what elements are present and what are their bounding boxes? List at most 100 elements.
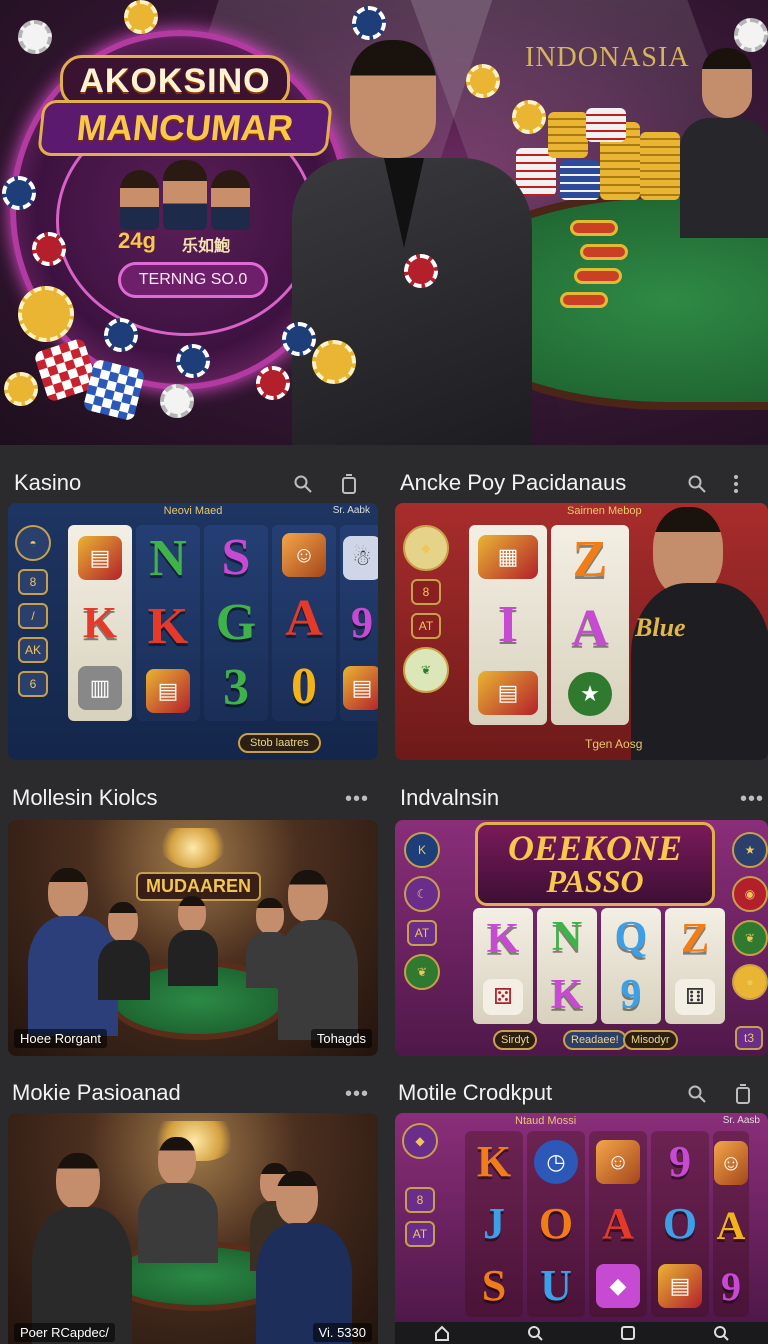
reel: Z A ★ [551, 525, 629, 725]
section-title: Motile Crodkput [398, 1080, 553, 1105]
ghost-icon: ☃ [343, 535, 378, 580]
gem-icon[interactable]: ◆ [403, 525, 449, 571]
leaf-icon[interactable]: ❦ [403, 647, 449, 693]
host-avatars [120, 160, 251, 230]
card-topright: Sr. Aabk [332, 505, 370, 516]
side-button[interactable]: AT [411, 613, 441, 639]
section-title: Mollesin Kiolcs [12, 785, 158, 810]
reel-symbol: A [602, 1199, 634, 1248]
dice [82, 358, 146, 422]
reel-symbol: 3 [223, 659, 249, 717]
reel-symbol: O [662, 1199, 698, 1248]
reel: ☺ A 0 [272, 525, 336, 721]
bottom-pill[interactable]: Readaee! [563, 1030, 627, 1050]
recent-icon[interactable] [616, 1321, 640, 1344]
side-button[interactable]: AK [18, 637, 48, 663]
section-title: Indvalnsin [400, 785, 500, 810]
player-figure [680, 48, 768, 238]
reel: K ⚄ [473, 908, 533, 1024]
side-button[interactable]: 6 [18, 671, 48, 697]
chip [404, 254, 438, 288]
section-title: Mokie Pasioanad [12, 1080, 181, 1105]
more-vertical-icon[interactable] [731, 472, 741, 496]
game-card-ancke[interactable]: Sairnen Mebop ◆ 8 AT ❦ ▦ I ▤ Z A ★ Blue … [395, 503, 768, 760]
star-coin-icon: ★ [568, 672, 612, 717]
game-card-indvalnsin[interactable]: K ☾ AT ❦ ★ ◉ ❦ ● OEEKONE PASSO K ⚄ N K Q… [395, 820, 768, 1056]
side-button[interactable]: 8 [18, 569, 48, 595]
hero-logo-bottom: MANCUMAR [37, 100, 333, 156]
search-icon[interactable] [685, 472, 709, 496]
reel-symbol: A [571, 599, 609, 657]
more-horizontal-icon[interactable]: ••• [740, 787, 764, 811]
reel: Z ⚅ [665, 908, 725, 1024]
side-button[interactable]: / [18, 603, 48, 629]
dice-icon: ⚅ [675, 978, 715, 1015]
hero-cta-button[interactable]: TERNNG SO.0 [118, 262, 268, 298]
reel-symbol: 9 [620, 972, 642, 1018]
reel-set: ▦ I ▤ Z A ★ [469, 525, 629, 725]
bottom-pill[interactable]: Stob laatres [238, 733, 321, 753]
reel-symbol: A [716, 1202, 746, 1248]
home-icon[interactable] [430, 1321, 454, 1344]
game-card-mokie[interactable]: Poer RCapdec/ Vi. 5330 [8, 1113, 378, 1344]
can-icon: ▥ [78, 666, 122, 711]
character-icon: ☺ [714, 1141, 748, 1186]
bottom-pill[interactable]: Sirdyt [493, 1030, 538, 1050]
chip [160, 384, 194, 418]
reel: N K ▤ [136, 525, 200, 721]
character-icon: ☺ [282, 533, 326, 577]
card-caption-right: Tohagds [310, 1029, 372, 1048]
book-icon: ▤ [343, 666, 378, 711]
reel-symbol: U [540, 1261, 572, 1310]
gem-icon[interactable]: ◆ [402, 1123, 438, 1159]
side-menu: ◆ 8 AT [401, 1123, 439, 1247]
search-icon[interactable] [523, 1321, 547, 1344]
reel-symbol: Z [572, 530, 608, 588]
coin-icon[interactable]: ● [732, 964, 768, 1000]
search-icon[interactable] [709, 1321, 733, 1344]
game-card-mollesin[interactable]: MUDAAREN Hoee Rorgant Tohagds [8, 820, 378, 1056]
section-actions: ••• [345, 787, 369, 811]
reel-set: K J S ◷ O U ☺ A ◆ 9 O ▤ ☺ A 9 [465, 1131, 749, 1317]
game-card-motile[interactable]: Ntaud Mossi Sr. Aasb ◆ 8 AT K J S ◷ O U … [395, 1113, 768, 1322]
side-button[interactable]: AT [407, 920, 437, 946]
star-icon[interactable]: ★ [732, 832, 768, 868]
side-button[interactable]: 8 [411, 579, 441, 605]
section-title: Ancke Poy Pacidanaus [400, 470, 627, 495]
helmet-icon[interactable]: ◓ [15, 525, 51, 561]
reel-symbol: K [147, 598, 189, 655]
search-icon[interactable] [291, 472, 315, 496]
dice-icon: ⚄ [483, 978, 523, 1015]
leaf-icon[interactable]: ❦ [732, 920, 768, 956]
search-icon[interactable] [685, 1082, 709, 1106]
card-caption-right: Vi. 5330 [312, 1323, 372, 1342]
more-horizontal-icon[interactable]: ••• [345, 1082, 369, 1106]
hero-banner[interactable]: AKOKSINO MANCUMAR 24g 乐如鮑 TERNNG SO.0 IN… [0, 0, 768, 445]
hero-number: 24g [118, 228, 156, 253]
chip [32, 232, 66, 266]
moon-icon[interactable]: ☾ [404, 876, 440, 912]
gem-icon: ◆ [596, 1264, 640, 1308]
bag-icon[interactable]: ◉ [732, 876, 768, 912]
chip-stack [548, 112, 588, 158]
leaf-icon[interactable]: ❦ [404, 954, 440, 990]
trash-icon[interactable] [337, 472, 361, 496]
chip-stack [560, 160, 600, 200]
game-card-kasino[interactable]: Neovi Maed Sr. Aabk ◓ 8 / AK 6 ▤ K ▥ N K… [8, 503, 378, 760]
trash-icon[interactable] [731, 1082, 755, 1106]
bottom-pill[interactable]: Misodyr [623, 1030, 678, 1050]
reel: N K [537, 908, 597, 1024]
side-menu-right: ★ ◉ ❦ ● [731, 832, 768, 1000]
chip [4, 372, 38, 406]
side-button[interactable]: 8 [405, 1187, 435, 1213]
reel: K J S [465, 1131, 523, 1317]
reel-symbol: O [538, 1199, 574, 1248]
card-caption-left: Hoee Rorgant [14, 1029, 107, 1048]
section-actions [685, 472, 741, 496]
side-button[interactable]: AT [405, 1221, 435, 1247]
reel: ▦ I ▤ [469, 525, 547, 725]
side-button[interactable]: K [404, 832, 440, 868]
reel-symbol: G [215, 593, 257, 651]
corner-badge[interactable]: t3 [735, 1026, 763, 1050]
more-horizontal-icon[interactable]: ••• [345, 787, 369, 811]
